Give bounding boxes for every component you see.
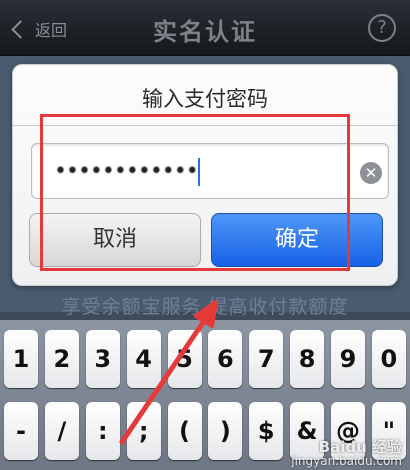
key-5[interactable]: 5 [167, 330, 202, 388]
key-7[interactable]: 7 [249, 330, 284, 388]
key-4[interactable]: 4 [126, 330, 161, 388]
clear-icon[interactable]: ✕ [360, 162, 382, 184]
key-6[interactable]: 6 [208, 330, 243, 388]
key-1[interactable]: 1 [4, 330, 38, 388]
key-semicolon[interactable]: ; [126, 402, 161, 460]
key-close-paren[interactable]: ) [208, 402, 243, 460]
navbar: 返回 实名认证 ? [0, 0, 410, 56]
promo-text: 享受余额宝服务,提高收付款额度 [61, 296, 349, 318]
key-0[interactable]: 0 [371, 330, 406, 388]
key-open-paren[interactable]: ( [167, 402, 202, 460]
key-3[interactable]: 3 [85, 330, 120, 388]
key-slash[interactable]: / [44, 402, 79, 460]
watermark-sub: jingyan.baidu.com [291, 454, 402, 468]
watermark-main: Baidu 经验 [318, 438, 402, 456]
key-2[interactable]: 2 [44, 330, 79, 388]
key-8[interactable]: 8 [290, 330, 325, 388]
red-highlight-frame [40, 114, 350, 271]
key-9[interactable]: 9 [331, 330, 365, 388]
page-title: 实名认证 [153, 18, 257, 46]
key-colon[interactable]: : [85, 402, 120, 460]
keyboard-row-numbers: 1 2 3 4 5 6 7 8 9 0 [4, 330, 406, 388]
baidu-watermark: Baidu 经验 jingyan.baidu.com [291, 438, 402, 469]
key-dollar[interactable]: $ [249, 402, 284, 460]
key-hyphen[interactable]: - [4, 402, 38, 460]
dialog-title: 输入支付密码 [142, 87, 268, 111]
help-icon[interactable]: ? [368, 14, 396, 42]
